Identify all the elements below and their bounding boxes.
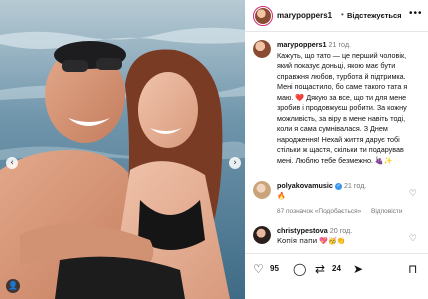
previous-photo-button[interactable]: ‹ [6, 157, 18, 169]
caption-username[interactable]: marypoppers1 [277, 40, 327, 49]
follow-status-button[interactable]: Відстежується [347, 11, 402, 20]
commenter-avatar[interactable] [253, 226, 271, 244]
post-caption: marypoppers1 21 год. Кажуть, що тато — ц… [253, 40, 421, 166]
photo-illustration [0, 0, 245, 299]
comment-text: 🔥 [277, 192, 286, 200]
commenter-username[interactable]: christypestova [277, 226, 328, 235]
commenter-avatar[interactable] [253, 181, 271, 199]
caption-avatar[interactable] [253, 40, 271, 58]
share-send-icon[interactable]: ➤ [353, 262, 363, 276]
post-actions-bar: ♡ 95 ◯ ⇄ 24 ➤ ⊓ [245, 253, 428, 299]
caption-timestamp: 21 год. [328, 40, 352, 49]
post-header: marypoppers1 • Відстежується ••• [245, 0, 428, 32]
comment-text: Копія папи 💖🥳👏 [277, 237, 346, 245]
comment-like-heart-icon[interactable]: ♡ [409, 189, 417, 199]
author-username[interactable]: marypoppers1 [277, 11, 332, 20]
comment-timestamp: 20 год. [329, 226, 353, 235]
like-heart-icon[interactable]: ♡ [253, 262, 264, 276]
comment-item: polyakovamusic ✓ 21 год. 🔥 87 позначок «… [253, 181, 421, 217]
comment-bubble-icon[interactable]: ◯ [293, 262, 306, 276]
repost-icon[interactable]: ⇄ [315, 262, 325, 276]
tagged-users-icon[interactable]: 👤 [6, 279, 20, 293]
save-bookmark-icon[interactable]: ⊓ [408, 262, 417, 276]
author-avatar[interactable] [253, 6, 273, 26]
comment-like-heart-icon[interactable]: ♡ [409, 234, 417, 244]
commenter-username[interactable]: polyakovamusic [277, 181, 333, 190]
next-photo-button[interactable]: › [229, 157, 241, 169]
more-dots-icon[interactable]: ••• [409, 8, 423, 19]
post-photo: ‹ › 👤 [0, 0, 245, 299]
reply-button[interactable]: Відповісти [371, 208, 402, 215]
repost-count[interactable]: 24 [332, 264, 341, 273]
separator-dot: • [341, 10, 344, 19]
caption-text: Кажуть, що тато — це перший чоловік, яки… [277, 50, 408, 165]
comment-timestamp: 21 год. [343, 181, 367, 190]
comment-item: christypestova 20 год. Копія папи 💖🥳👏 ♡ [253, 226, 421, 246]
like-count[interactable]: 95 [270, 264, 279, 273]
post-panel: marypoppers1 • Відстежується ••• marypop… [245, 0, 428, 299]
verified-badge-icon: ✓ [334, 182, 342, 190]
comment-likes[interactable]: 87 позначок «Подобається» [277, 208, 361, 215]
